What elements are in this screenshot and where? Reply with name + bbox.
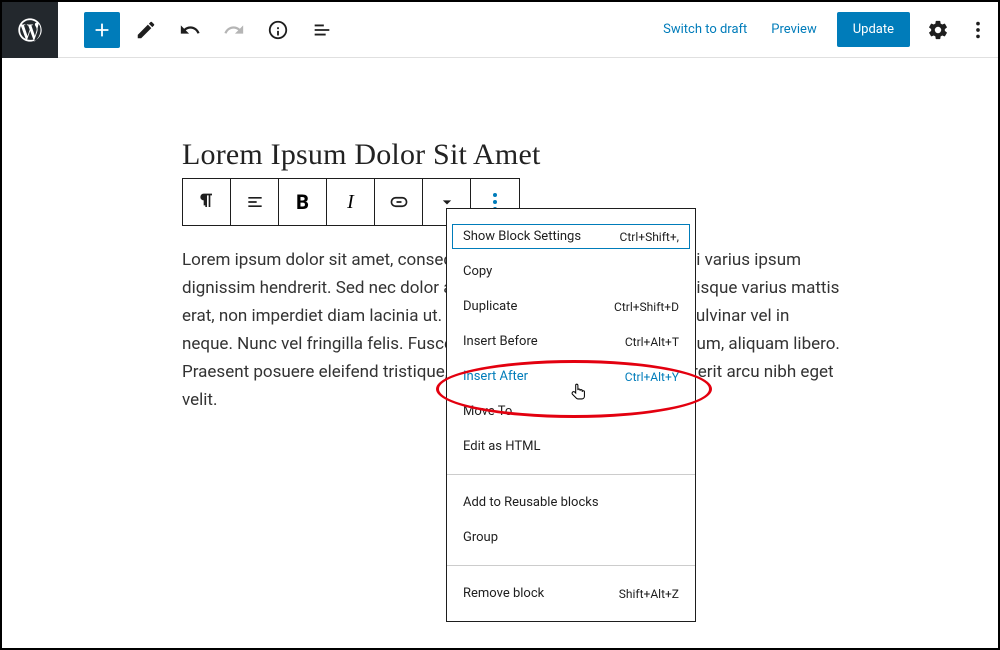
wordpress-logo[interactable] — [2, 2, 58, 58]
menu-group[interactable]: Group — [447, 520, 695, 555]
menu-item-label: Move To — [463, 404, 512, 419]
update-button[interactable]: Update — [837, 12, 910, 47]
menu-insert-before[interactable]: Insert Before Ctrl+Alt+T — [447, 324, 695, 359]
add-block-button[interactable] — [84, 12, 120, 48]
settings-button[interactable] — [918, 10, 958, 50]
link-button[interactable] — [375, 179, 423, 225]
menu-copy[interactable]: Copy — [447, 254, 695, 289]
menu-insert-after[interactable]: Insert After Ctrl+Alt+Y — [447, 359, 695, 394]
menu-move-to[interactable]: Move To — [447, 394, 695, 429]
menu-item-shortcut: Ctrl+Alt+T — [625, 335, 679, 349]
outline-button[interactable] — [304, 12, 340, 48]
preview-link[interactable]: Preview — [759, 22, 828, 37]
menu-remove-block[interactable]: Remove block Shift+Alt+Z — [447, 576, 695, 611]
more-options-button[interactable] — [958, 10, 998, 50]
menu-item-label: Show Block Settings — [463, 229, 581, 244]
italic-button[interactable]: I — [327, 179, 375, 225]
undo-button[interactable] — [172, 12, 208, 48]
menu-edit-as-html[interactable]: Edit as HTML — [447, 429, 695, 464]
menu-item-label: Group — [463, 530, 498, 545]
info-button[interactable] — [260, 12, 296, 48]
menu-show-block-settings[interactable]: Show Block Settings Ctrl+Shift+, — [447, 219, 695, 254]
align-button[interactable] — [231, 179, 279, 225]
menu-item-label: Duplicate — [463, 299, 517, 314]
menu-duplicate[interactable]: Duplicate Ctrl+Shift+D — [447, 289, 695, 324]
menu-item-shortcut: Ctrl+Shift+, — [620, 230, 679, 244]
menu-item-label: Edit as HTML — [463, 439, 540, 454]
redo-button[interactable] — [216, 12, 252, 48]
menu-item-label: Copy — [463, 264, 492, 279]
menu-item-label: Insert After — [463, 369, 528, 384]
switch-to-draft-link[interactable]: Switch to draft — [651, 22, 759, 37]
paragraph-icon[interactable] — [183, 179, 231, 225]
post-title[interactable]: Lorem Ipsum Dolor Sit Amet — [182, 138, 998, 172]
editor-topbar: Switch to draft Preview Update — [2, 2, 998, 58]
edit-mode-button[interactable] — [128, 12, 164, 48]
menu-item-label: Remove block — [463, 586, 544, 601]
menu-item-shortcut: Shift+Alt+Z — [619, 587, 679, 601]
menu-item-label: Add to Reusable blocks — [463, 495, 599, 510]
menu-add-reusable[interactable]: Add to Reusable blocks — [447, 485, 695, 520]
menu-item-label: Insert Before — [463, 334, 538, 349]
menu-item-shortcut: Ctrl+Alt+Y — [625, 370, 679, 384]
bold-button[interactable]: B — [279, 179, 327, 225]
menu-item-shortcut: Ctrl+Shift+D — [614, 300, 679, 314]
block-options-menu: Show Block Settings Ctrl+Shift+, Copy Du… — [446, 208, 696, 622]
